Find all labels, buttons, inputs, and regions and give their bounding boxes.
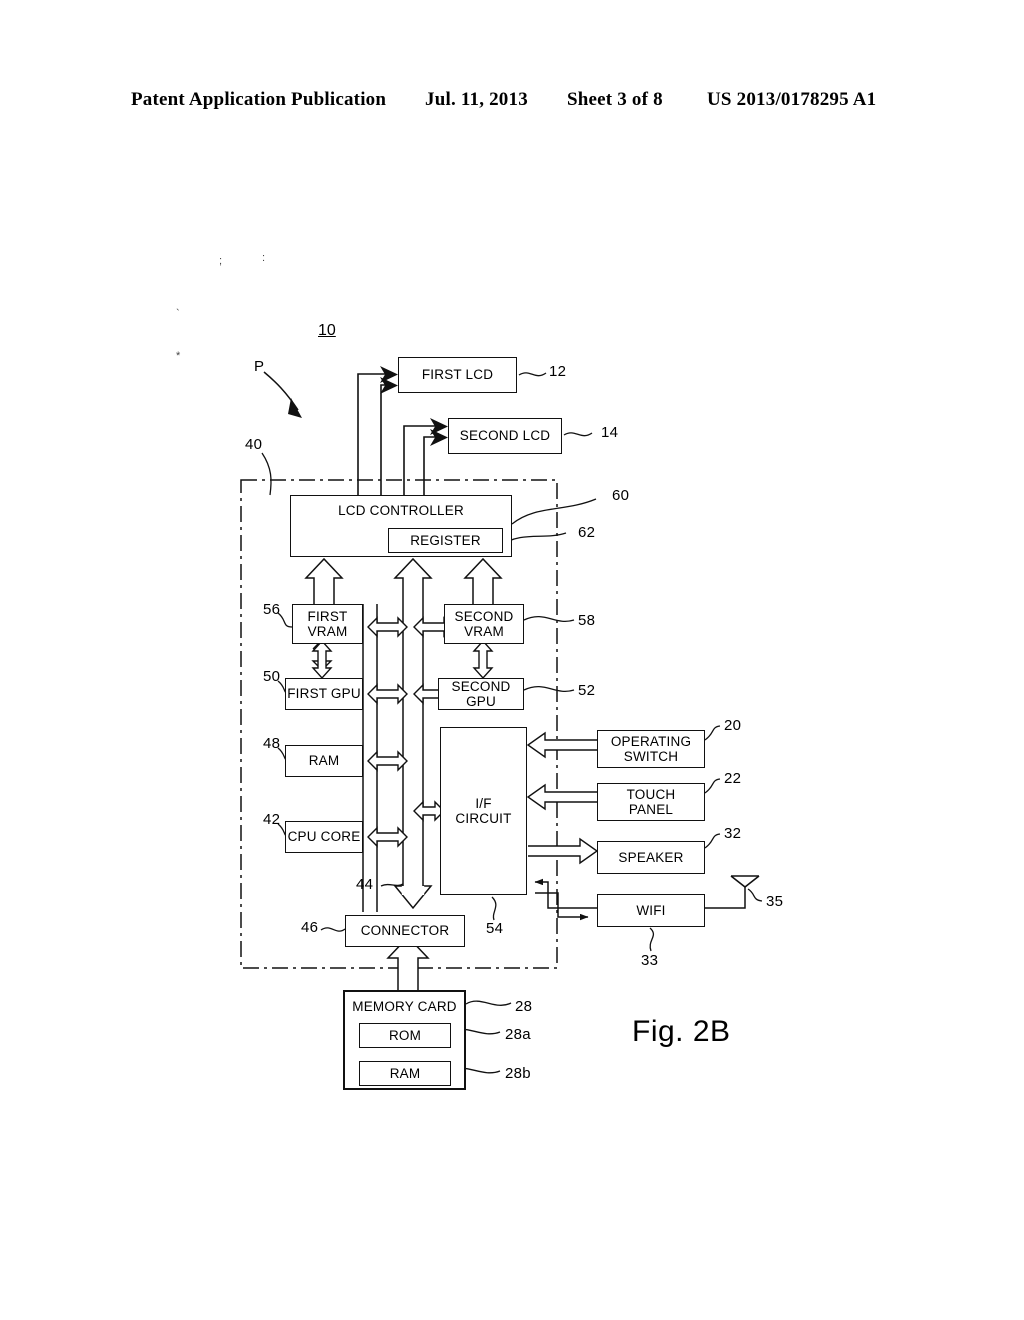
- block-operating-switch-label-line1: OPERATING: [610, 733, 692, 749]
- ref-54: 54: [486, 920, 504, 937]
- block-first-vram-label-line1: FIRST: [307, 608, 348, 624]
- ref-12: 12: [549, 363, 567, 380]
- scan-speck-2: :: [262, 252, 266, 264]
- block-memory-card-ram[interactable]: RAM: [359, 1061, 451, 1086]
- ref-40: 40: [245, 436, 263, 453]
- figure-2b-drawing: 10 P ; : ` * FIRST LCD SECOND LCD LCD CO…: [0, 0, 1024, 1320]
- diagram-lines: [240, 366, 763, 1074]
- ref-28a: 28a: [505, 1026, 531, 1043]
- block-if-circuit-label-line2: CIRCUIT: [455, 811, 512, 826]
- scan-speck-4: *: [176, 350, 181, 362]
- block-operating-switch-label-line2: SWITCH: [623, 749, 679, 764]
- block-lcd-controller-label: LCD CONTROLLER: [338, 503, 464, 518]
- block-ram-label: RAM: [308, 753, 340, 769]
- block-wifi[interactable]: WIFI: [597, 894, 705, 927]
- scan-speck-3: `: [176, 308, 180, 320]
- ref-60: 60: [612, 487, 630, 504]
- block-connector-label: CONNECTOR: [360, 923, 450, 939]
- block-if-circuit[interactable]: I/F CIRCUIT: [440, 727, 527, 895]
- block-register[interactable]: REGISTER: [388, 528, 503, 553]
- block-first-vram[interactable]: FIRST VRAM: [292, 604, 363, 644]
- scan-speck-1: ;: [219, 255, 223, 267]
- block-memory-card-rom-label: ROM: [388, 1027, 422, 1043]
- block-speaker-label: SPEAKER: [618, 849, 684, 865]
- ref-33: 33: [641, 952, 659, 969]
- block-operating-switch[interactable]: OPERATING SWITCH: [597, 730, 705, 768]
- block-first-vram-label-line2: VRAM: [307, 624, 348, 639]
- block-memory-card-ram-label: RAM: [389, 1065, 421, 1081]
- block-touch-panel-label-line1: TOUCH: [626, 786, 676, 802]
- ref-20: 20: [724, 717, 742, 734]
- ref-52: 52: [578, 682, 596, 699]
- block-second-lcd-label: SECOND LCD: [459, 428, 551, 444]
- ref-35: 35: [766, 893, 784, 910]
- block-touch-panel[interactable]: TOUCH PANEL: [597, 783, 705, 821]
- block-first-lcd-label: FIRST LCD: [421, 367, 494, 383]
- block-memory-card-rom[interactable]: ROM: [359, 1023, 451, 1048]
- block-cpu-core[interactable]: CPU CORE: [285, 821, 363, 853]
- block-if-circuit-label-line1: I/F: [475, 795, 492, 811]
- block-wifi-label: WIFI: [636, 902, 666, 918]
- block-memory-card-label: MEMORY CARD: [352, 999, 457, 1014]
- block-ram[interactable]: RAM: [285, 745, 363, 777]
- ref-32: 32: [724, 825, 742, 842]
- ref-44: 44: [356, 876, 374, 893]
- ref-42: 42: [263, 811, 281, 828]
- block-second-vram-label-line2: VRAM: [464, 624, 504, 639]
- block-first-gpu[interactable]: FIRST GPU: [285, 678, 363, 710]
- block-touch-panel-label-line2: PANEL: [628, 802, 674, 817]
- block-cpu-core-label: CPU CORE: [287, 829, 361, 845]
- block-first-lcd[interactable]: FIRST LCD: [398, 357, 517, 393]
- block-connector[interactable]: CONNECTOR: [345, 915, 465, 947]
- ref-58: 58: [578, 612, 596, 629]
- ref-50: 50: [263, 668, 281, 685]
- ref-48: 48: [263, 735, 281, 752]
- ref-28: 28: [515, 998, 533, 1015]
- block-first-gpu-label: FIRST GPU: [287, 686, 361, 702]
- ref-62: 62: [578, 524, 596, 541]
- block-second-gpu-label: SECOND GPU: [451, 678, 511, 709]
- device-pointer-label: P: [254, 358, 265, 375]
- ref-28b: 28b: [505, 1065, 531, 1082]
- block-second-gpu[interactable]: SECOND GPU: [438, 678, 524, 710]
- block-register-label: REGISTER: [410, 532, 481, 548]
- system-reference-number: 10: [318, 322, 336, 339]
- block-speaker[interactable]: SPEAKER: [597, 841, 705, 874]
- ref-56: 56: [263, 601, 281, 618]
- block-second-vram-label-line1: SECOND: [454, 608, 514, 624]
- block-second-lcd[interactable]: SECOND LCD: [448, 418, 562, 454]
- block-second-vram[interactable]: SECOND VRAM: [444, 604, 524, 644]
- ref-14: 14: [601, 424, 619, 441]
- figure-caption: Fig. 2B: [632, 1015, 731, 1048]
- ref-22: 22: [724, 770, 742, 787]
- ref-46: 46: [301, 919, 319, 936]
